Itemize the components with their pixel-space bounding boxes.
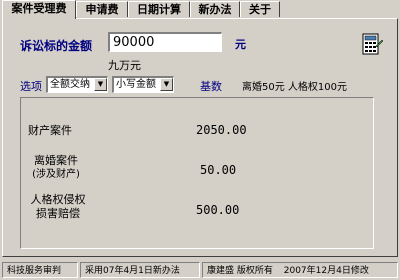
status-method: 采用07年4月1日新办法 <box>80 262 200 278</box>
payment-option-value: 全额交纳 <box>50 79 90 90</box>
chevron-down-icon[interactable]: ▼ <box>160 78 173 91</box>
status-author-text: 康建盛 版权所有 <box>207 266 273 276</box>
tab-new-method[interactable]: 新办法 <box>190 1 240 17</box>
tab-filing-fee[interactable]: 案件受理费 <box>2 0 76 19</box>
amount-format-value: 小写金额 <box>116 79 156 90</box>
status-left: 科技服务审判 <box>2 262 78 278</box>
tab-date-calc[interactable]: 日期计算 <box>128 1 190 17</box>
base-text: 离婚50元 人格权100元 <box>242 82 347 93</box>
payment-option-select[interactable]: 全额交纳 ▼ <box>46 76 108 93</box>
options-label: 选项 <box>20 80 42 93</box>
status-author: 康建盛 版权所有 2007年12月4日修改 <box>202 262 398 278</box>
result-label-divorce-line1: 离婚案件 <box>34 154 78 167</box>
result-label-personality-line2: 损害赔偿 <box>36 207 80 220</box>
amount-format-select[interactable]: 小写金额 ▼ <box>112 76 174 93</box>
result-value-personality: 500.00 <box>196 203 240 217</box>
result-value-property: 2050.00 <box>196 123 247 137</box>
tab-application-fee[interactable]: 申请费 <box>76 1 128 17</box>
result-label-property: 财产案件 <box>28 124 72 137</box>
unit-label: 元 <box>235 38 246 51</box>
result-label-personality: 人格权侵权 损害赔偿 <box>28 193 88 221</box>
amount-input[interactable] <box>108 32 222 52</box>
calculator-icon[interactable] <box>360 32 384 56</box>
tab-about[interactable]: 关于 <box>240 1 280 17</box>
tab-bar: 案件受理费 申请费 日期计算 新办法 关于 <box>0 0 400 19</box>
amount-chinese-text: 九万元 <box>108 59 141 72</box>
result-label-divorce: 离婚案件 (涉及财产) <box>28 154 84 182</box>
amount-label: 诉讼标的金额 <box>20 39 93 53</box>
status-bar: 科技服务审判 采用07年4月1日新办法 康建盛 版权所有 2007年12月4日修… <box>0 260 400 280</box>
result-value-divorce: 50.00 <box>200 163 237 177</box>
base-label: 基数 <box>200 80 222 93</box>
status-date-text: 2007年12月4日修改 <box>283 266 369 276</box>
result-label-divorce-line2: (涉及财产) <box>32 169 80 180</box>
result-label-personality-line1: 人格权侵权 <box>30 193 86 206</box>
chevron-down-icon[interactable]: ▼ <box>94 78 107 91</box>
